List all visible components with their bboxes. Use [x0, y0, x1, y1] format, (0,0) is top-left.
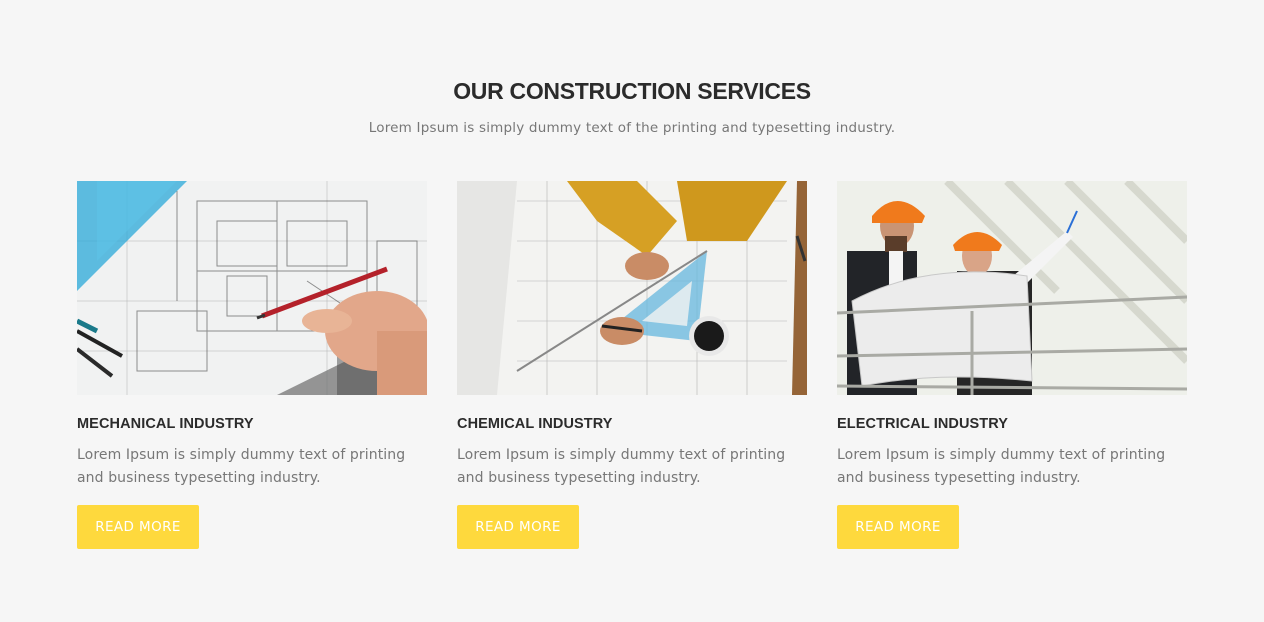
service-title: ELECTRICAL INDUSTRY [837, 416, 1009, 432]
service-title: MECHANICAL INDUSTRY [77, 416, 254, 432]
section-title: OUR CONSTRUCTION SERVICES [453, 78, 811, 104]
service-image-chemical[interactable] [457, 181, 807, 395]
blueprint-photo [77, 181, 427, 395]
service-description: Lorem Ipsum is simply dummy text of prin… [457, 447, 786, 486]
drawing-desk-photo [457, 181, 807, 395]
section-subtitle: Lorem Ipsum is simply dummy text of the … [368, 120, 896, 136]
service-image-mechanical[interactable] [77, 181, 427, 395]
services-section: OUR CONSTRUCTION SERVICES Lorem Ipsum is… [0, 0, 1264, 622]
service-image-electrical[interactable] [837, 181, 1187, 395]
read-more-button[interactable]: READ MORE [457, 505, 579, 549]
service-title: CHEMICAL INDUSTRY [457, 416, 613, 432]
read-more-button[interactable]: READ MORE [837, 505, 959, 549]
service-card-electrical: ELECTRICAL INDUSTRY Lorem Ipsum is simpl… [837, 181, 1187, 549]
service-card-chemical: CHEMICAL INDUSTRY Lorem Ipsum is simply … [457, 181, 807, 549]
service-card-mechanical: MECHANICAL INDUSTRY Lorem Ipsum is simpl… [77, 181, 427, 549]
service-description: Lorem Ipsum is simply dummy text of prin… [77, 447, 406, 486]
service-description: Lorem Ipsum is simply dummy text of prin… [837, 447, 1166, 486]
engineers-photo [837, 181, 1187, 395]
read-more-button[interactable]: READ MORE [77, 505, 199, 549]
